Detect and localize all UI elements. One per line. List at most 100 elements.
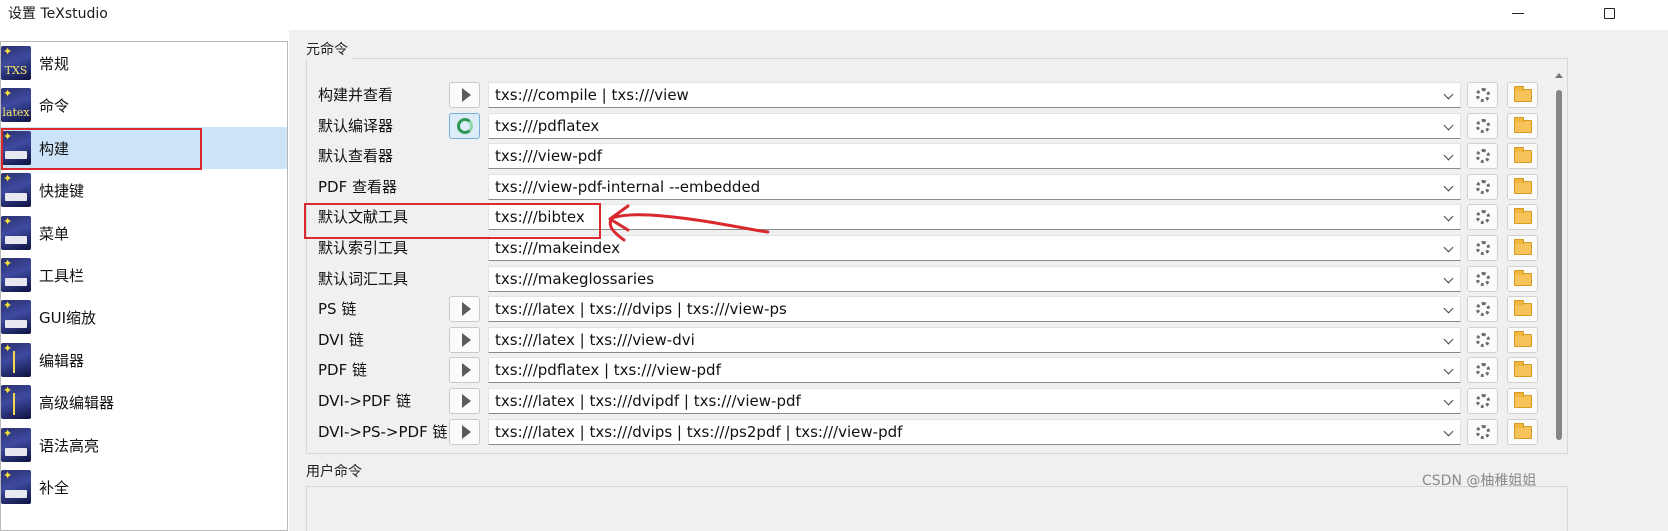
chevron-down-icon[interactable] bbox=[1443, 364, 1454, 375]
maximize-icon bbox=[1603, 7, 1615, 19]
command-label: DVI 链 bbox=[318, 331, 364, 349]
play-icon bbox=[461, 425, 471, 439]
folder-icon bbox=[1513, 207, 1532, 224]
sidebar-item-toolbars[interactable]: ✦ 工具栏 bbox=[1, 254, 287, 296]
run-command-button[interactable] bbox=[449, 388, 480, 414]
chevron-down-icon[interactable] bbox=[1443, 426, 1454, 437]
chevron-down-icon[interactable] bbox=[1443, 181, 1454, 192]
browse-command-button[interactable] bbox=[1507, 204, 1538, 230]
configure-command-button[interactable] bbox=[1467, 235, 1498, 261]
configure-command-button[interactable] bbox=[1467, 266, 1498, 292]
command-combobox[interactable]: txs:///latex | txs:///dvips | txs:///vie… bbox=[488, 296, 1461, 322]
browse-command-button[interactable] bbox=[1507, 235, 1538, 261]
run-command-button[interactable] bbox=[449, 113, 480, 139]
scroll-thumb[interactable] bbox=[1556, 90, 1562, 440]
browse-command-button[interactable] bbox=[1507, 296, 1538, 322]
chevron-down-icon[interactable] bbox=[1443, 334, 1454, 345]
play-icon bbox=[461, 333, 471, 347]
command-combobox[interactable]: txs:///latex | txs:///view-dvi bbox=[488, 327, 1461, 353]
settings-category-list[interactable]: ✦ TXS 常规 ✦ latex 命令 ✦ 构建 ✦ 快捷键 ✦ 菜单 ✦ 工具栏 … bbox=[0, 41, 288, 531]
configure-command-button[interactable] bbox=[1467, 174, 1498, 200]
gear-icon bbox=[1475, 333, 1490, 347]
chevron-down-icon[interactable] bbox=[1443, 395, 1454, 406]
maximize-button[interactable] bbox=[1586, 0, 1632, 26]
browse-command-button[interactable] bbox=[1507, 357, 1538, 383]
browse-command-button[interactable] bbox=[1507, 388, 1538, 414]
syntax-highlight-icon: ✦ bbox=[1, 428, 31, 462]
command-combobox[interactable]: txs:///pdflatex bbox=[488, 113, 1461, 139]
run-command-button[interactable] bbox=[449, 419, 480, 445]
meta-commands-scrollbar[interactable] bbox=[1553, 73, 1565, 451]
command-combobox[interactable]: txs:///pdflatex | txs:///view-pdf bbox=[488, 357, 1461, 383]
command-combobox[interactable]: txs:///compile | txs:///view bbox=[488, 82, 1461, 108]
command-label: 默认查看器 bbox=[318, 147, 394, 165]
run-command-button[interactable] bbox=[449, 296, 480, 322]
browse-command-button[interactable] bbox=[1507, 82, 1538, 108]
user-commands-title: 用户命令 bbox=[302, 461, 366, 481]
gear-icon bbox=[1475, 210, 1490, 224]
sidebar-item-label: 命令 bbox=[39, 96, 70, 115]
configure-command-button[interactable] bbox=[1467, 113, 1498, 139]
sidebar-item-advanced-editor[interactable]: ✦ 高级编辑器 bbox=[1, 381, 287, 423]
command-combobox[interactable]: txs:///latex | txs:///dvips | txs:///ps2… bbox=[488, 419, 1461, 445]
command-combobox[interactable]: txs:///view-pdf-internal --embedded bbox=[488, 174, 1461, 200]
sidebar-item-syntax-highlighting[interactable]: ✦ 语法高亮 bbox=[1, 424, 287, 466]
sidebar-item-menus[interactable]: ✦ 菜单 bbox=[1, 212, 287, 254]
command-value: txs:///pdflatex bbox=[495, 117, 600, 135]
browse-command-button[interactable] bbox=[1507, 419, 1538, 445]
configure-command-button[interactable] bbox=[1467, 296, 1498, 322]
browse-command-button[interactable] bbox=[1507, 266, 1538, 292]
browse-command-button[interactable] bbox=[1507, 327, 1538, 353]
sidebar-item-completion[interactable]: ✦ 补全 bbox=[1, 466, 287, 508]
command-combobox[interactable]: txs:///latex | txs:///dvipdf | txs:///vi… bbox=[488, 388, 1461, 414]
configure-command-button[interactable] bbox=[1467, 143, 1498, 169]
configure-command-button[interactable] bbox=[1467, 357, 1498, 383]
folder-icon bbox=[1513, 422, 1532, 439]
configure-command-button[interactable] bbox=[1467, 388, 1498, 414]
menu-icon: ✦ bbox=[1, 216, 31, 250]
command-combobox[interactable]: txs:///makeglossaries bbox=[488, 266, 1461, 292]
folder-icon bbox=[1513, 85, 1532, 102]
command-label: 构建并查看 bbox=[318, 86, 394, 104]
configure-command-button[interactable] bbox=[1467, 82, 1498, 108]
folder-icon bbox=[1513, 177, 1532, 194]
folder-icon bbox=[1513, 116, 1532, 133]
command-label: DVI->PDF 链 bbox=[318, 392, 411, 410]
browse-command-button[interactable] bbox=[1507, 174, 1538, 200]
scroll-up-icon[interactable] bbox=[1555, 73, 1563, 78]
sidebar-item-general[interactable]: ✦ TXS 常规 bbox=[1, 42, 287, 84]
chevron-down-icon[interactable] bbox=[1443, 120, 1454, 131]
chevron-down-icon[interactable] bbox=[1443, 242, 1454, 253]
configure-command-button[interactable] bbox=[1467, 327, 1498, 353]
command-combobox[interactable]: txs:///view-pdf bbox=[488, 143, 1461, 169]
sidebar-item-shortcuts[interactable]: ✦ 快捷键 bbox=[1, 169, 287, 211]
chevron-down-icon[interactable] bbox=[1443, 273, 1454, 284]
folder-icon bbox=[1513, 391, 1532, 408]
title-bar: 设置 TeXstudio bbox=[0, 0, 1668, 30]
gear-icon bbox=[1475, 241, 1490, 255]
sidebar-item-label: 工具栏 bbox=[39, 266, 85, 285]
play-icon bbox=[461, 302, 471, 316]
minimize-button[interactable] bbox=[1495, 0, 1541, 26]
toolbar-icon: ✦ bbox=[1, 258, 31, 292]
sidebar-item-label: GUI缩放 bbox=[39, 308, 97, 327]
annotation-box-bibtool bbox=[304, 203, 601, 239]
configure-command-button[interactable] bbox=[1467, 419, 1498, 445]
chevron-down-icon[interactable] bbox=[1443, 150, 1454, 161]
chevron-down-icon[interactable] bbox=[1443, 303, 1454, 314]
chevron-down-icon[interactable] bbox=[1443, 89, 1454, 100]
run-command-button[interactable] bbox=[449, 357, 480, 383]
chevron-down-icon[interactable] bbox=[1443, 211, 1454, 222]
sidebar-item-gui-scaling[interactable]: ✦ GUI缩放 bbox=[1, 296, 287, 338]
annotation-arrow-head bbox=[608, 204, 630, 232]
completion-icon: ✦ bbox=[1, 470, 31, 504]
play-icon bbox=[461, 88, 471, 102]
command-label: PDF 查看器 bbox=[318, 178, 397, 196]
run-command-button[interactable] bbox=[449, 82, 480, 108]
sidebar-item-commands[interactable]: ✦ latex 命令 bbox=[1, 84, 287, 126]
browse-command-button[interactable] bbox=[1507, 113, 1538, 139]
configure-command-button[interactable] bbox=[1467, 204, 1498, 230]
run-command-button[interactable] bbox=[449, 327, 480, 353]
browse-command-button[interactable] bbox=[1507, 143, 1538, 169]
sidebar-item-editor[interactable]: ✦ 编辑器 bbox=[1, 339, 287, 381]
